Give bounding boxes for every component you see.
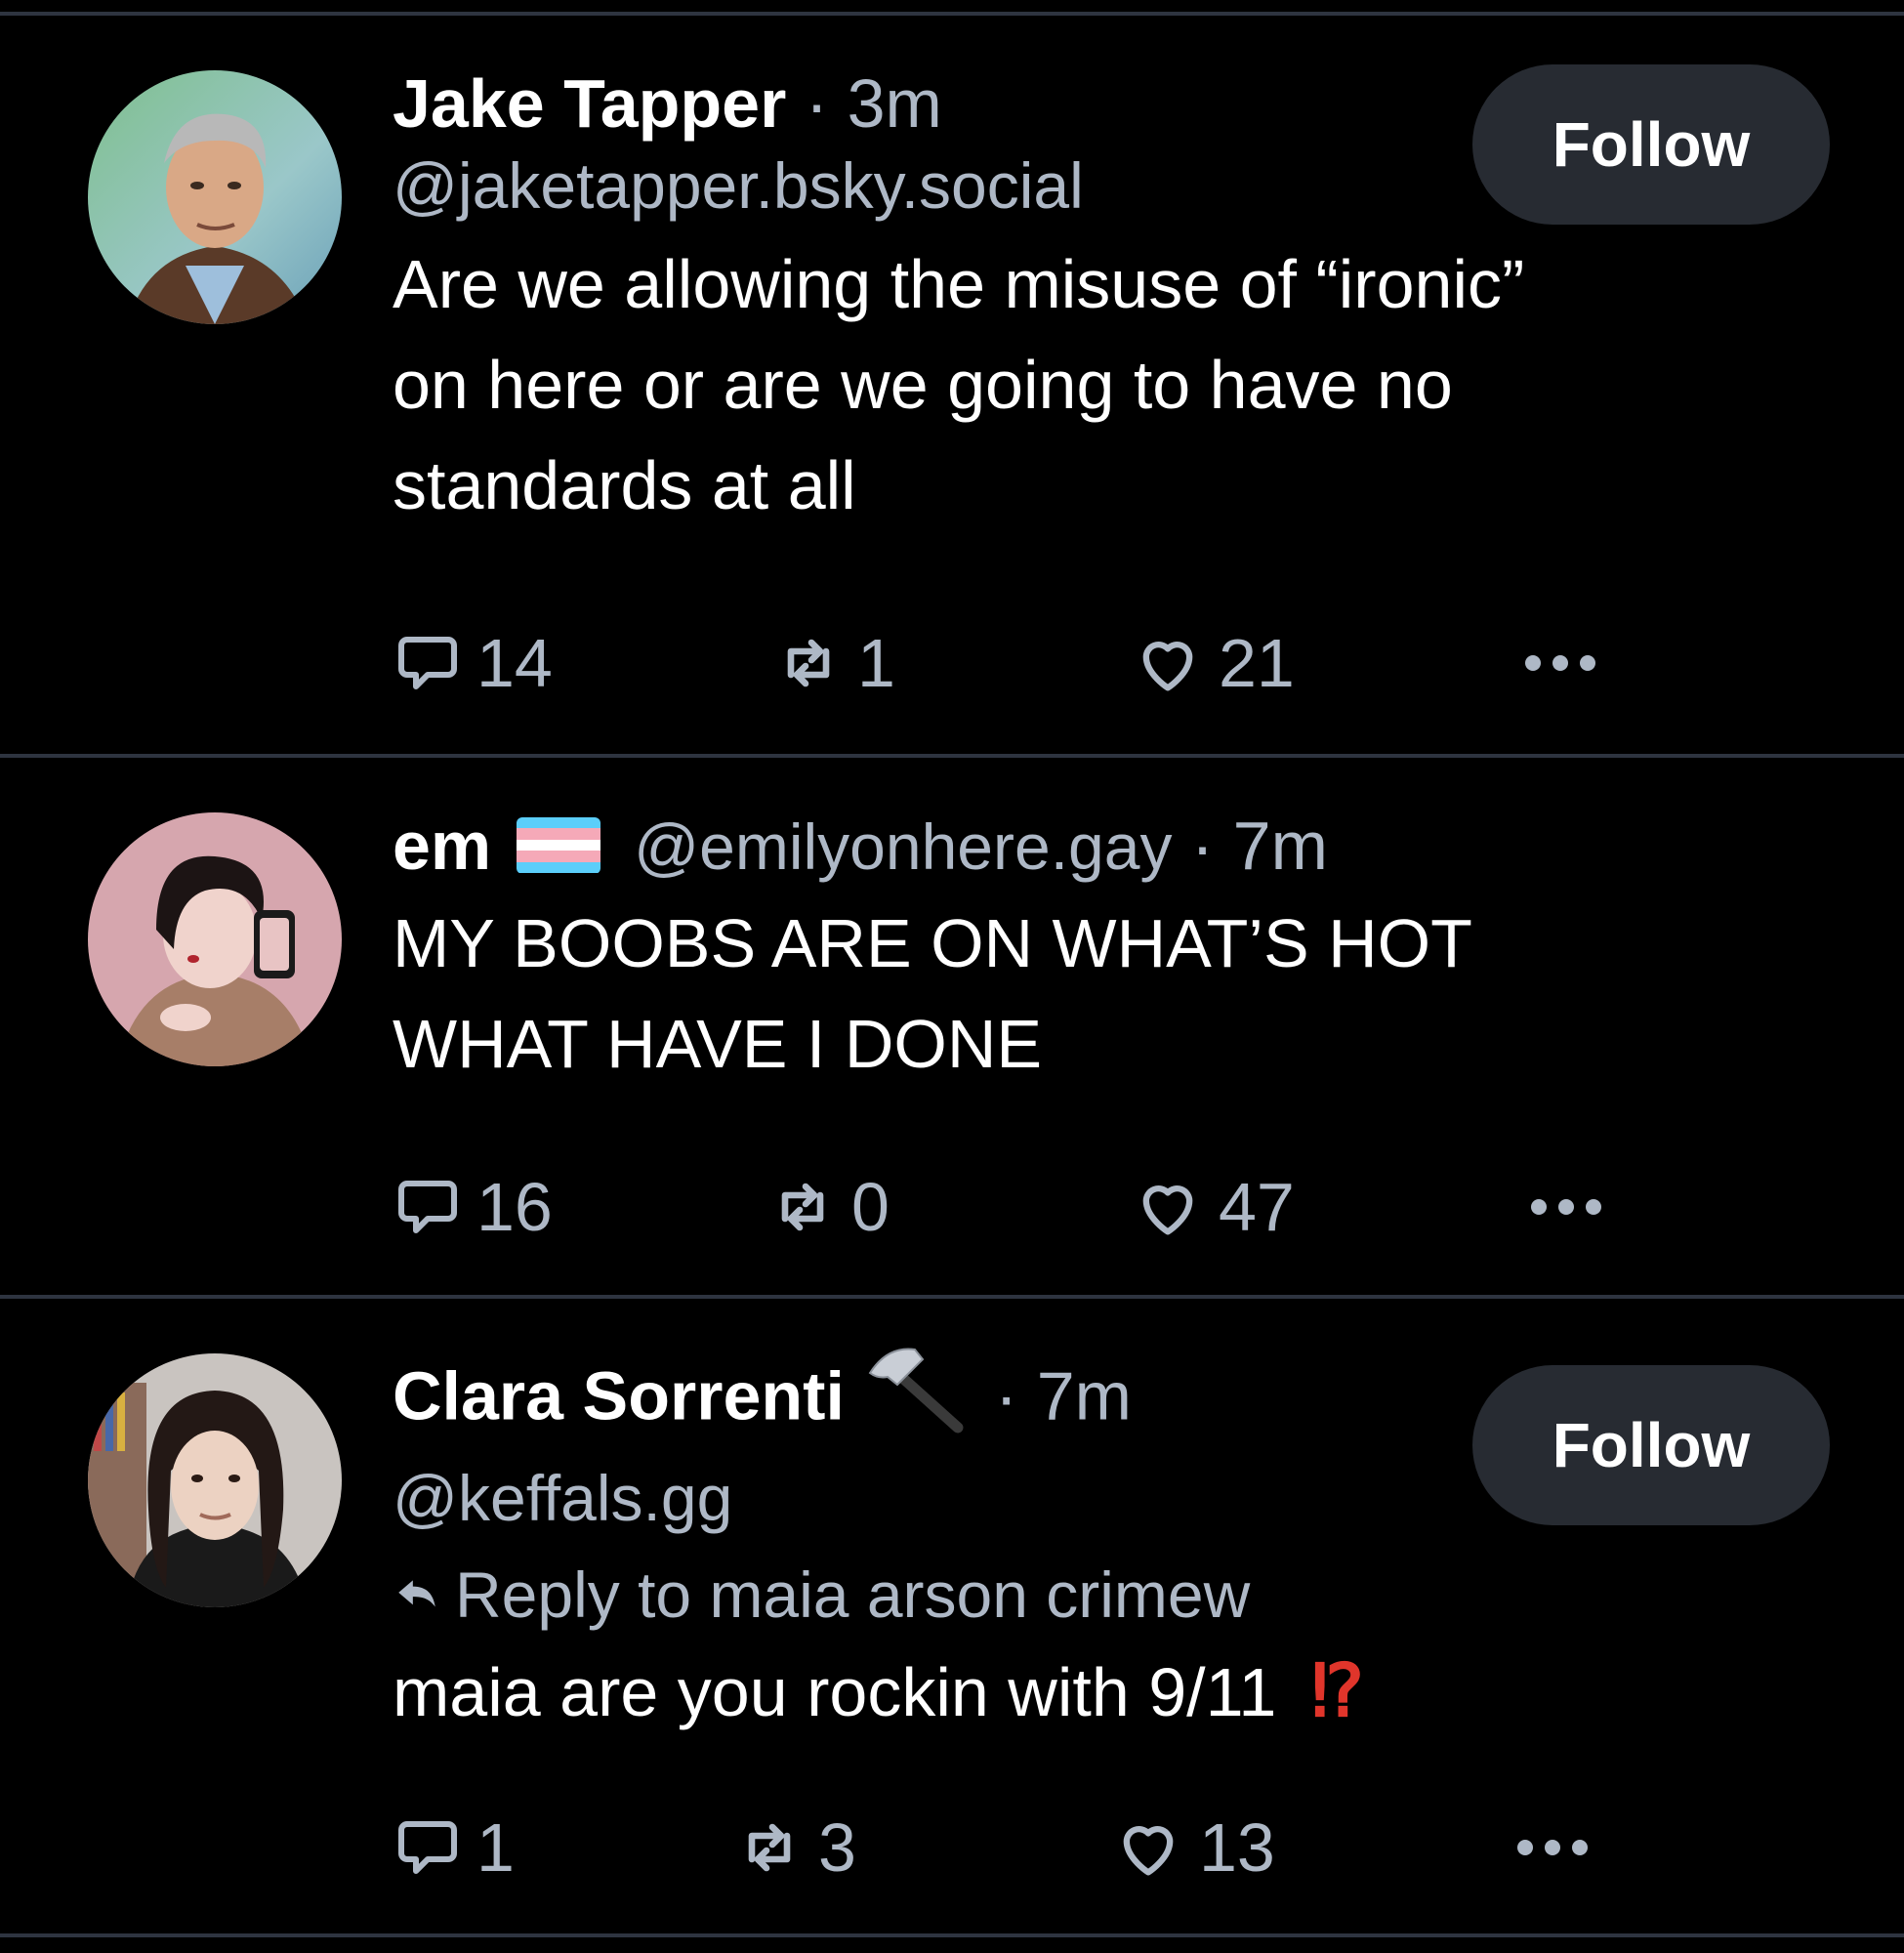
more-options-button[interactable] xyxy=(1521,624,1599,702)
post-time[interactable]: 3m xyxy=(848,65,942,142)
avatar[interactable] xyxy=(88,812,342,1066)
repost-icon xyxy=(748,1823,791,1872)
interrobang-emoji: ⁉ xyxy=(1310,1650,1364,1731)
comment-icon xyxy=(398,637,457,689)
post-actions: 1 3 13 xyxy=(393,1808,1662,1887)
reply-count: 1 xyxy=(476,1809,515,1886)
separator-dot: · xyxy=(994,1357,1018,1434)
ellipsis-icon xyxy=(1517,1840,1588,1855)
display-name[interactable]: em xyxy=(393,808,491,884)
post-text: Are we allowing the misuse of “ironic” o… xyxy=(393,234,1797,536)
follow-button[interactable]: Follow xyxy=(1472,64,1830,225)
reply-to-label: Reply to maia arson crimew xyxy=(455,1558,1251,1631)
more-options-button[interactable] xyxy=(1527,1168,1605,1246)
like-count: 21 xyxy=(1219,625,1295,701)
comment-icon xyxy=(398,1181,457,1233)
like-button[interactable]: 47 xyxy=(1131,1168,1295,1246)
repost-count: 3 xyxy=(818,1809,856,1886)
avatar[interactable] xyxy=(88,70,342,324)
post-actions: 14 1 21 xyxy=(393,624,1662,702)
display-name[interactable]: Clara Sorrenti xyxy=(393,1357,845,1434)
like-button[interactable]: 21 xyxy=(1131,624,1295,702)
repost-button[interactable]: 3 xyxy=(734,1808,856,1887)
reply-context[interactable]: Reply to maia arson crimew xyxy=(393,1551,1797,1639)
like-count: 47 xyxy=(1219,1169,1295,1245)
post-text-line: standards at all xyxy=(393,447,856,523)
avatar-image xyxy=(88,812,342,1066)
reply-button[interactable]: 16 xyxy=(393,1168,553,1246)
separator-dot: · xyxy=(1190,808,1215,884)
post-item[interactable]: Jake Tapper · 3m @jaketapper.bsky.social… xyxy=(0,16,1904,754)
repost-icon xyxy=(781,1183,824,1231)
separator-dot: · xyxy=(805,65,829,142)
post-text-line: Are we allowing the misuse of “ironic” xyxy=(393,246,1525,322)
repost-count: 0 xyxy=(851,1169,890,1245)
ellipsis-icon xyxy=(1531,1199,1601,1215)
transgender-flag-icon xyxy=(517,816,601,874)
post-header: em @emilyonhere.gay · 7m xyxy=(393,805,1797,888)
post-text-line: MY BOOBS ARE ON WHAT’S HOT xyxy=(393,905,1472,981)
heart-icon xyxy=(1123,1825,1174,1876)
post-actions: 16 0 47 xyxy=(393,1168,1662,1246)
post-item[interactable]: em @emilyonhere.gay · 7m MY BOOBS ARE ON… xyxy=(0,758,1904,1295)
post-content: em @emilyonhere.gay · 7m MY BOOBS ARE ON… xyxy=(393,805,1797,1095)
avatar-image xyxy=(88,70,342,324)
post-time[interactable]: 7m xyxy=(1233,808,1328,884)
display-name[interactable]: Jake Tapper xyxy=(393,65,786,142)
follow-button[interactable]: Follow xyxy=(1472,1365,1830,1525)
reply-count: 16 xyxy=(476,1169,553,1245)
divider xyxy=(0,1933,1904,1937)
repost-count: 1 xyxy=(857,625,895,701)
post-text-line: on here or are we going to have no xyxy=(393,347,1453,423)
post-text-line: WHAT HAVE I DONE xyxy=(393,1006,1043,1082)
comment-icon xyxy=(398,1821,457,1874)
like-button[interactable]: 13 xyxy=(1111,1808,1275,1887)
post-time[interactable]: 7m xyxy=(1037,1357,1132,1434)
ellipsis-icon xyxy=(1525,655,1595,671)
more-options-button[interactable] xyxy=(1513,1808,1592,1887)
avatar-image xyxy=(88,1353,342,1607)
repost-icon xyxy=(787,639,830,687)
like-count: 13 xyxy=(1199,1809,1275,1886)
avatar[interactable] xyxy=(88,1353,342,1607)
heart-icon xyxy=(1142,641,1193,691)
reply-button[interactable]: 1 xyxy=(393,1808,515,1887)
hammer-icon xyxy=(864,1340,966,1451)
reply-count: 14 xyxy=(476,625,553,701)
reply-arrow-icon xyxy=(398,1579,435,1607)
reply-button[interactable]: 14 xyxy=(393,624,553,702)
user-handle[interactable]: @emilyonhere.gay xyxy=(634,810,1172,883)
post-feed: Jake Tapper · 3m @jaketapper.bsky.social… xyxy=(0,0,1904,1953)
post-item[interactable]: Clara Sorrenti · 7m @keffals.gg Reply to… xyxy=(0,1299,1904,1933)
repost-button[interactable]: 1 xyxy=(773,624,895,702)
heart-icon xyxy=(1142,1184,1193,1235)
post-text: maia are you rockin with 9/11 ⁉ xyxy=(393,1641,1797,1743)
post-text-line: maia are you rockin with 9/11 xyxy=(393,1654,1277,1730)
repost-button[interactable]: 0 xyxy=(767,1168,890,1246)
post-text: MY BOOBS ARE ON WHAT’S HOT WHAT HAVE I D… xyxy=(393,893,1797,1095)
